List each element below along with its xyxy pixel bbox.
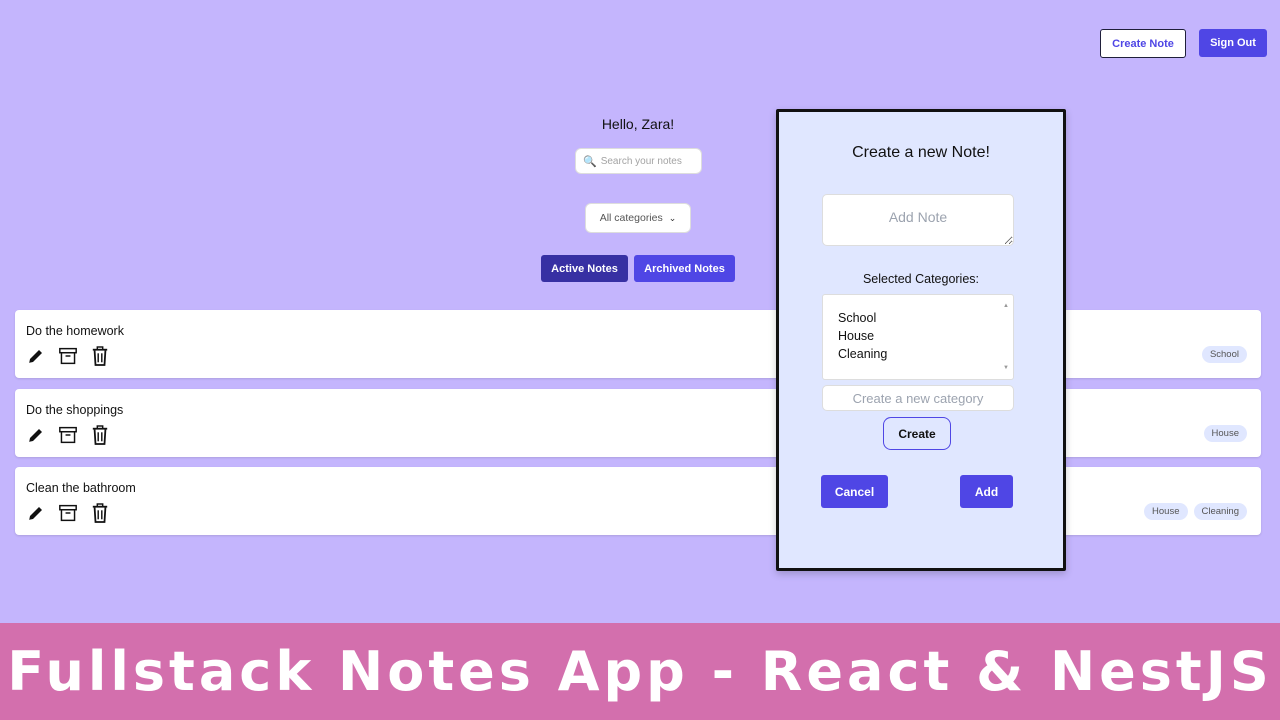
pencil-icon[interactable] <box>26 425 46 445</box>
scroll-down-icon[interactable]: ▼ <box>1003 359 1009 377</box>
modal-title: Create a new Note! <box>852 144 990 161</box>
greeting-text: Hello, Zara! <box>601 116 675 132</box>
new-category-input[interactable] <box>822 385 1014 411</box>
note-title: Clean the bathroom <box>26 481 136 495</box>
category-option[interactable]: Cleaning <box>838 345 1013 363</box>
create-note-button[interactable]: Create Note <box>1100 29 1186 58</box>
create-note-modal: Create a new Note! Selected Categories: … <box>776 109 1066 571</box>
add-note-button[interactable]: Add <box>960 475 1013 508</box>
selected-categories-label: Selected Categories: <box>862 272 980 286</box>
note-card: Do the shoppings House <box>15 389 1261 457</box>
note-text-field[interactable] <box>822 194 1014 246</box>
category-option[interactable]: School <box>838 309 1013 327</box>
category-filter-select[interactable]: All categories ⌄ <box>585 203 691 233</box>
search-icon: 🔍 <box>583 155 597 168</box>
banner-text: Fullstack Notes App - React & NestJS <box>7 640 1273 703</box>
category-tag: House <box>1144 503 1188 520</box>
tab-active-notes[interactable]: Active Notes <box>541 255 628 282</box>
cancel-button[interactable]: Cancel <box>821 475 888 508</box>
note-title: Do the homework <box>26 324 124 338</box>
trash-icon[interactable] <box>90 346 110 366</box>
search-box[interactable]: 🔍 <box>575 148 702 174</box>
note-card: Do the homework School <box>15 310 1261 378</box>
pencil-icon[interactable] <box>26 346 46 366</box>
sign-out-button[interactable]: Sign Out <box>1199 29 1267 57</box>
archive-icon[interactable] <box>58 503 78 523</box>
scroll-up-icon[interactable]: ▲ <box>1003 297 1009 315</box>
category-filter-value: All categories <box>599 212 663 224</box>
category-tag: Cleaning <box>1193 503 1247 520</box>
chevron-down-icon: ⌄ <box>668 212 677 223</box>
search-input[interactable] <box>600 155 693 167</box>
trash-icon[interactable] <box>90 503 110 523</box>
note-card: Clean the bathroom House Cleaning <box>15 467 1261 535</box>
archive-icon[interactable] <box>58 425 78 445</box>
create-category-button[interactable]: Create <box>883 417 951 450</box>
archive-icon[interactable] <box>58 346 78 366</box>
category-tag: House <box>1203 425 1247 442</box>
category-option[interactable]: House <box>838 327 1013 345</box>
listbox-scrollbar[interactable]: ▲ ▼ <box>1001 297 1011 377</box>
categories-listbox[interactable]: School House Cleaning ▲ ▼ <box>822 294 1014 380</box>
note-title: Do the shoppings <box>26 403 124 417</box>
category-tag: School <box>1201 346 1247 363</box>
tab-archived-notes[interactable]: Archived Notes <box>634 255 735 282</box>
trash-icon[interactable] <box>90 425 110 445</box>
title-banner: Fullstack Notes App - React & NestJS <box>0 623 1280 720</box>
pencil-icon[interactable] <box>26 503 46 523</box>
